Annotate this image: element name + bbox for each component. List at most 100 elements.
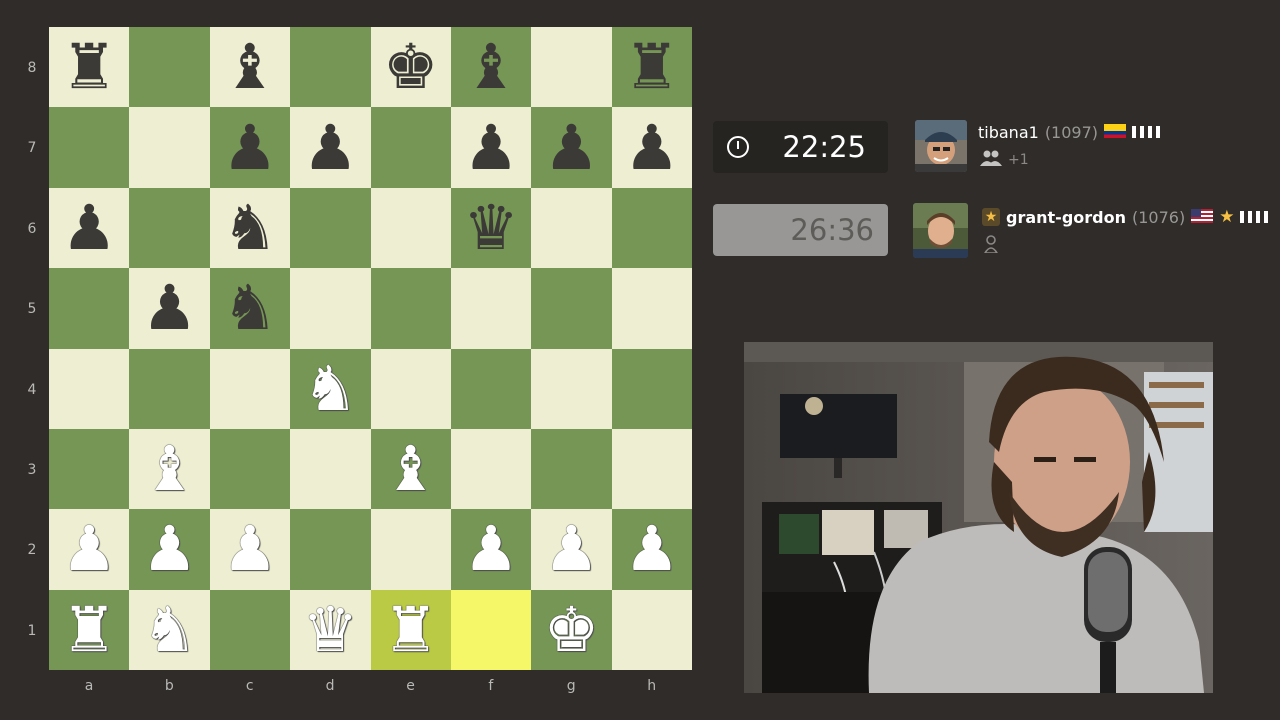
square-a7[interactable] [49,107,130,188]
black-pawn-a6[interactable]: ♟ [61,196,117,259]
black-rook-h8[interactable]: ♜ [624,36,680,98]
square-g8[interactable] [531,27,612,108]
square-h4[interactable] [611,348,692,429]
square-d6[interactable] [290,187,371,269]
white-pawn-b2[interactable]: ♟ [142,518,198,580]
square-d8[interactable] [290,27,371,108]
square-d7[interactable]: ♟ [290,107,371,188]
opponent-avatar[interactable] [915,120,967,172]
black-king-e8[interactable]: ♚ [383,36,439,98]
file-label-d: d [325,678,335,694]
white-king-g1[interactable]: ♚ [544,598,600,661]
square-c8[interactable]: ♝ [209,27,291,108]
square-a8[interactable]: ♜ [49,27,130,108]
white-pawn-f2[interactable]: ♟ [463,518,519,580]
white-knight-b1[interactable]: ♞ [142,598,198,661]
white-pawn-c2[interactable]: ♟ [222,518,278,580]
black-knight-c6[interactable]: ♞ [222,196,278,259]
square-d3[interactable] [290,428,371,510]
square-h6[interactable] [611,187,692,269]
square-g5[interactable] [531,268,612,349]
square-f7[interactable]: ♟ [450,107,532,188]
white-rook-a1[interactable]: ♜ [61,598,117,661]
black-queen-f6[interactable]: ♛ [463,196,519,259]
white-pawn-a2[interactable]: ♟ [61,518,117,580]
black-pawn-g7[interactable]: ♟ [544,116,600,179]
square-f6[interactable]: ♛ [450,187,532,269]
square-c7[interactable]: ♟ [209,107,291,188]
square-c5[interactable]: ♞ [209,268,291,349]
square-e1[interactable]: ♜ [370,589,451,670]
square-f3[interactable] [450,428,532,510]
square-g1[interactable]: ♚ [531,589,612,670]
square-d2[interactable] [290,509,371,590]
white-bishop-e3[interactable]: ♝ [383,438,439,500]
square-h1[interactable] [611,589,692,670]
white-rook-e1[interactable]: ♜ [383,598,439,661]
usa-flag-icon [1191,208,1214,227]
square-h3[interactable] [611,428,692,510]
square-a4[interactable] [49,348,130,429]
square-b3[interactable]: ♝ [129,428,210,510]
black-pawn-d7[interactable]: ♟ [303,116,359,179]
square-e5[interactable] [370,268,451,349]
square-b5[interactable]: ♟ [129,268,210,349]
square-f4[interactable] [450,348,532,429]
square-g3[interactable] [531,428,612,510]
black-bishop-c8[interactable]: ♝ [222,36,278,98]
square-e3[interactable]: ♝ [370,428,451,510]
square-g7[interactable]: ♟ [531,107,612,188]
white-pawn-g2[interactable]: ♟ [544,518,600,580]
square-g4[interactable] [531,348,612,429]
square-c3[interactable] [209,428,291,510]
black-pawn-h7[interactable]: ♟ [624,116,680,179]
square-a3[interactable] [49,428,130,510]
player-avatar[interactable] [913,203,968,258]
square-b4[interactable] [129,348,210,429]
chess-board[interactable]: ♜ ♝ ♚ ♝ ♜ ♟ ♟ ♟ ♟ ♟ ♟ ♞ ♛ ♟ ♞ ♞ ♝ ♝ ♟ ♟ ♟ ♟ ♟ ♟ ♜ ♞ ♛ ♜ ♚ [49,27,692,670]
player-name[interactable]: grant-gordon [1006,208,1126,227]
black-rook-a8[interactable]: ♜ [61,36,117,98]
square-a2[interactable]: ♟ [49,509,130,590]
white-knight-d4[interactable]: ♞ [303,357,359,420]
square-h2[interactable]: ♟ [611,509,692,590]
square-a1[interactable]: ♜ [49,589,130,670]
square-g2[interactable]: ♟ [531,509,612,590]
square-d1[interactable]: ♛ [290,589,371,670]
square-c4[interactable] [209,348,291,429]
square-d5[interactable] [290,268,371,349]
black-pawn-f7[interactable]: ♟ [463,116,519,179]
square-b6[interactable] [129,187,210,269]
square-b1[interactable]: ♞ [129,589,210,670]
square-d4[interactable]: ♞ [290,348,371,429]
square-e8[interactable]: ♚ [370,27,451,108]
square-h7[interactable]: ♟ [611,107,692,188]
square-f1[interactable] [450,589,532,670]
square-b7[interactable] [129,107,210,188]
square-b2[interactable]: ♟ [129,509,210,590]
square-a5[interactable] [49,268,130,349]
square-e6[interactable] [370,187,451,269]
square-c1[interactable] [209,589,291,670]
black-pawn-c7[interactable]: ♟ [222,116,278,179]
black-bishop-f8[interactable]: ♝ [463,36,519,98]
square-c6[interactable]: ♞ [209,187,291,269]
square-e4[interactable] [370,348,451,429]
white-queen-d1[interactable]: ♛ [303,598,359,661]
square-e7[interactable] [370,107,451,188]
square-f2[interactable]: ♟ [450,509,532,590]
square-e2[interactable] [370,509,451,590]
square-b8[interactable] [129,27,210,108]
square-g6[interactable] [531,187,612,269]
square-h8[interactable]: ♜ [611,27,692,108]
square-a6[interactable]: ♟ [49,187,130,269]
black-knight-c5[interactable]: ♞ [222,277,278,339]
square-f5[interactable] [450,268,532,349]
square-f8[interactable]: ♝ [450,27,532,108]
black-pawn-b5[interactable]: ♟ [142,277,198,339]
white-bishop-b3[interactable]: ♝ [142,438,198,500]
white-pawn-h2[interactable]: ♟ [624,518,680,580]
square-c2[interactable]: ♟ [209,509,291,590]
square-h5[interactable] [611,268,692,349]
opponent-name[interactable]: tibana1 [978,123,1039,142]
